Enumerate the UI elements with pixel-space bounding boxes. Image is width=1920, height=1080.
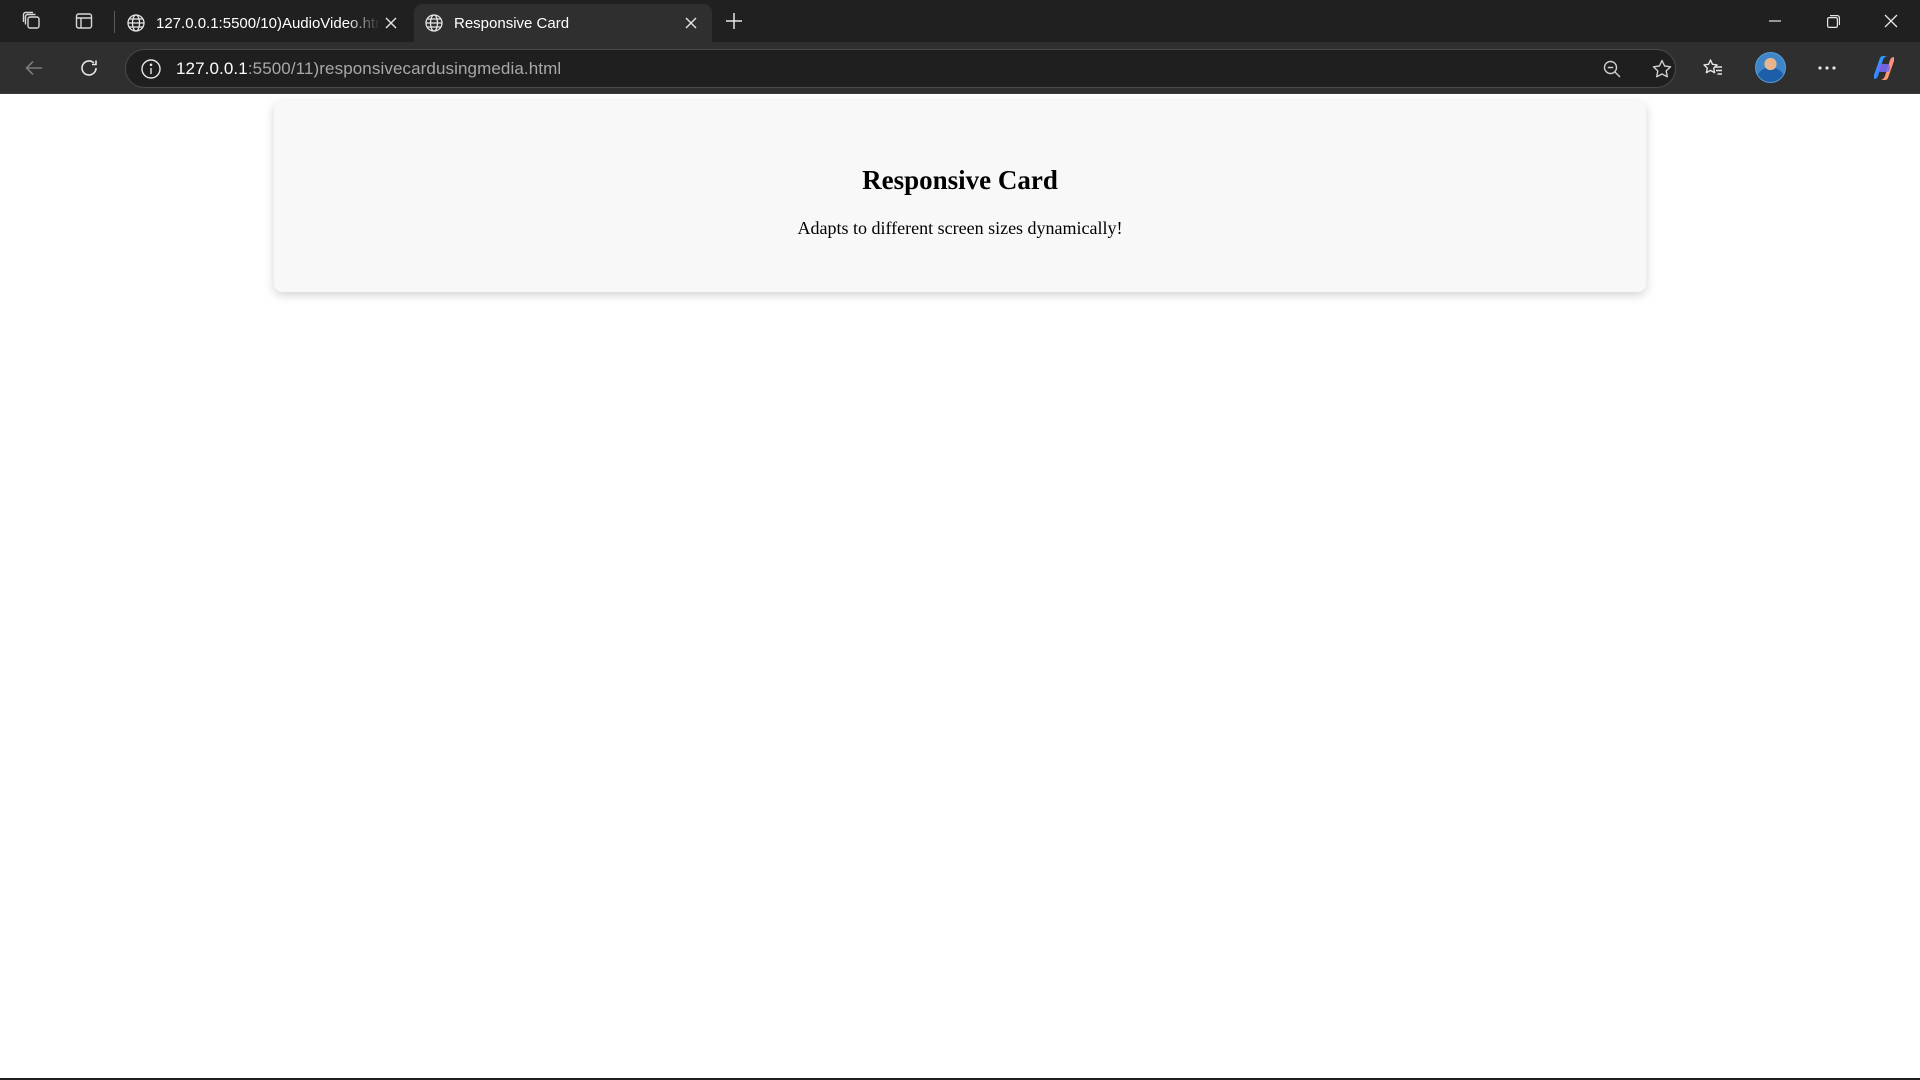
minimize-button[interactable]: [1746, 0, 1804, 42]
new-tab-button[interactable]: [716, 4, 752, 38]
responsive-card: Responsive Card Adapts to different scre…: [274, 101, 1646, 292]
url-host: 127.0.0.1: [176, 58, 248, 78]
profile-avatar[interactable]: [1755, 52, 1786, 83]
card-description: Adapts to different screen sizes dynamic…: [797, 218, 1123, 238]
zoom-out-icon[interactable]: [1594, 51, 1630, 87]
close-icon[interactable]: [680, 12, 702, 34]
restore-icon: [1826, 14, 1840, 28]
url-path: :5500/11)responsivecardusingmedia.html: [247, 58, 562, 78]
url-text[interactable]: 127.0.0.1:5500/11)responsivecardusingmed…: [176, 59, 561, 79]
window-close-button[interactable]: [1862, 0, 1920, 42]
close-icon[interactable]: [380, 12, 402, 34]
tab-responsive-card[interactable]: Responsive Card: [414, 4, 712, 42]
back-button[interactable]: [16, 50, 52, 86]
copilot-icon[interactable]: [1870, 55, 1898, 81]
minimize-icon: [1769, 15, 1781, 27]
tab-title: Responsive Card: [454, 14, 570, 32]
tab-separator: [114, 11, 115, 33]
plus-icon: [725, 12, 743, 30]
browser-toolbar: 127.0.0.1:5500/11)responsivecardusingmed…: [0, 42, 1920, 94]
favorites-icon: [1702, 57, 1724, 79]
globe-icon: [126, 13, 146, 33]
back-arrow-icon: [23, 57, 45, 79]
star-icon[interactable]: [1644, 51, 1680, 87]
refresh-icon: [78, 57, 100, 79]
tab-actions-icon[interactable]: [58, 0, 110, 42]
tab-audio-video[interactable]: 127.0.0.1:5500/10)AudioVideo.html: [116, 4, 412, 42]
tab-title: 127.0.0.1:5500/10)AudioVideo.html: [156, 14, 380, 32]
info-icon[interactable]: [126, 50, 176, 87]
workspaces-icon[interactable]: [6, 0, 58, 42]
more-button[interactable]: [1809, 50, 1845, 86]
more-icon: [1817, 65, 1837, 71]
refresh-button[interactable]: [71, 50, 107, 86]
window-close-icon: [1884, 14, 1898, 28]
tab-strip: 127.0.0.1:5500/10)AudioVideo.html Respon…: [0, 0, 1920, 42]
globe-icon: [424, 13, 444, 33]
page-viewport: Responsive Card Adapts to different scre…: [0, 95, 1920, 1078]
favorites-button[interactable]: [1695, 50, 1731, 86]
card-title: Responsive Card: [862, 165, 1058, 195]
restore-button[interactable]: [1804, 0, 1862, 42]
address-bar[interactable]: 127.0.0.1:5500/11)responsivecardusingmed…: [125, 49, 1676, 88]
